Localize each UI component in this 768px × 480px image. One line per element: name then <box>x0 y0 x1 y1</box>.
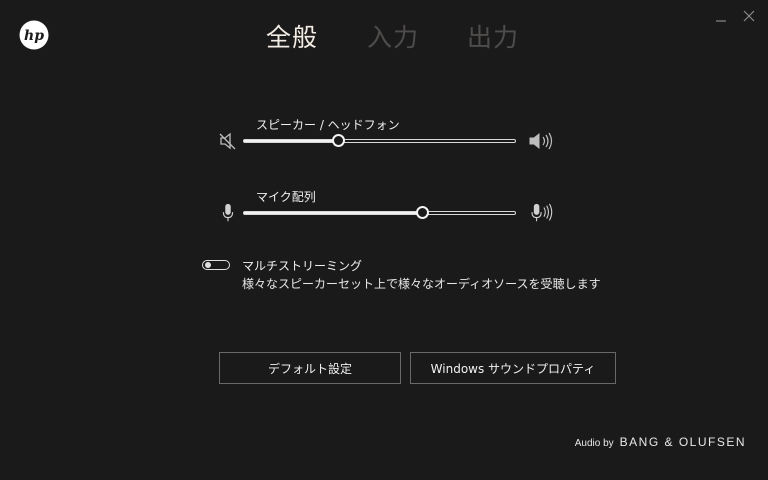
tab-bar: 全般 入力 出力 <box>0 20 768 60</box>
default-settings-button[interactable]: デフォルト設定 <box>219 352 401 384</box>
speaker-volume-fill <box>244 140 339 142</box>
brand-name: BANG & OLUFSEN <box>619 435 746 449</box>
speaker-volume-row: スピーカー / ヘッドフォン <box>216 116 561 156</box>
windows-sound-properties-button[interactable]: Windows サウンドプロパティ <box>410 352 616 384</box>
multistreaming-title: マルチストリーミング <box>242 259 363 273</box>
tab-output[interactable]: 出力 <box>467 20 519 56</box>
tab-input[interactable]: 入力 <box>367 20 419 56</box>
speaker-muted-icon[interactable] <box>218 130 238 152</box>
multistreaming-setting: マルチストリーミング 様々なスピーカーセット上で様々なオーディオソースを受聴しま… <box>202 257 602 297</box>
microphone-loud-icon[interactable] <box>528 202 558 224</box>
multistreaming-description: 様々なスピーカーセット上で様々なオーディオソースを受聴します <box>242 277 601 291</box>
speaker-volume-thumb[interactable] <box>331 134 345 147</box>
mic-volume-track[interactable] <box>243 211 516 215</box>
speaker-loud-icon[interactable] <box>528 130 558 152</box>
brand-footer: Audio by BANG & OLUFSEN <box>575 435 746 449</box>
mic-label: マイク配列 <box>256 190 316 204</box>
microphone-icon[interactable] <box>220 202 236 224</box>
tab-general[interactable]: 全般 <box>266 20 318 56</box>
speaker-volume-track[interactable] <box>243 139 516 143</box>
mic-volume-fill <box>244 212 423 214</box>
mic-volume-row: マイク配列 <box>216 188 561 228</box>
speaker-label: スピーカー / ヘッドフォン <box>256 118 400 132</box>
toggle-knob <box>205 262 211 268</box>
audio-control-window: hp 全般 入力 出力 スピーカー / ヘッドフォン マイク配列 マルチストリー… <box>0 0 768 480</box>
mic-volume-thumb[interactable] <box>416 206 430 219</box>
brand-prefix: Audio by <box>574 438 614 449</box>
multistreaming-toggle[interactable] <box>202 260 230 270</box>
